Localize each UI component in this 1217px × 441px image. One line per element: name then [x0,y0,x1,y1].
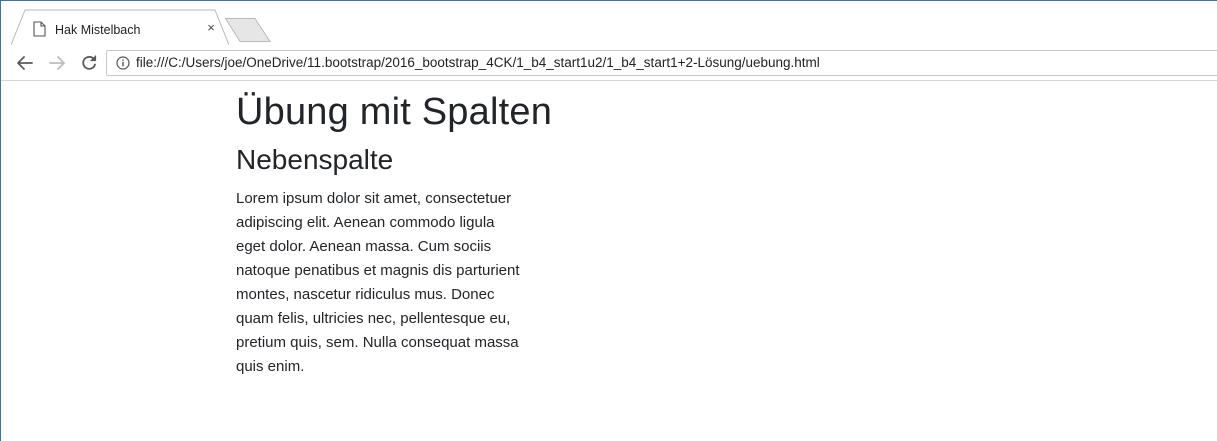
new-tab-button[interactable] [225,18,271,42]
tab-close-icon[interactable]: × [203,20,219,36]
arrow-right-icon[interactable] [47,53,67,73]
info-icon[interactable] [116,56,130,70]
url-text[interactable]: file:///C:/Users/joe/OneDrive/11.bootstr… [136,55,820,70]
side-column: Übung mit Spalten Nebenspalte Lorem ipsu… [236,89,553,379]
page-viewport: Übung mit Spalten Nebenspalte Lorem ipsu… [1,81,1217,441]
page-title: Übung mit Spalten [236,91,553,133]
browser-window: Hak Mistelbach × file:///C:/Users/joe/On… [0,0,1217,441]
tab-title: Hak Mistelbach [55,23,141,37]
arrow-left-icon[interactable] [15,53,35,73]
browser-toolbar: file:///C:/Users/joe/OneDrive/11.bootstr… [1,45,1217,81]
reload-icon[interactable] [79,53,99,73]
page-icon [33,21,46,37]
section-heading: Nebenspalte [236,144,394,175]
address-bar[interactable]: file:///C:/Users/joe/OneDrive/11.bootstr… [106,50,1217,76]
tab-hak-mistelbach[interactable]: Hak Mistelbach × [11,9,229,45]
body-paragraph: Lorem ipsum dolor sit amet, consectetuer… [236,190,520,375]
tab-strip: Hak Mistelbach × [1,1,1217,45]
